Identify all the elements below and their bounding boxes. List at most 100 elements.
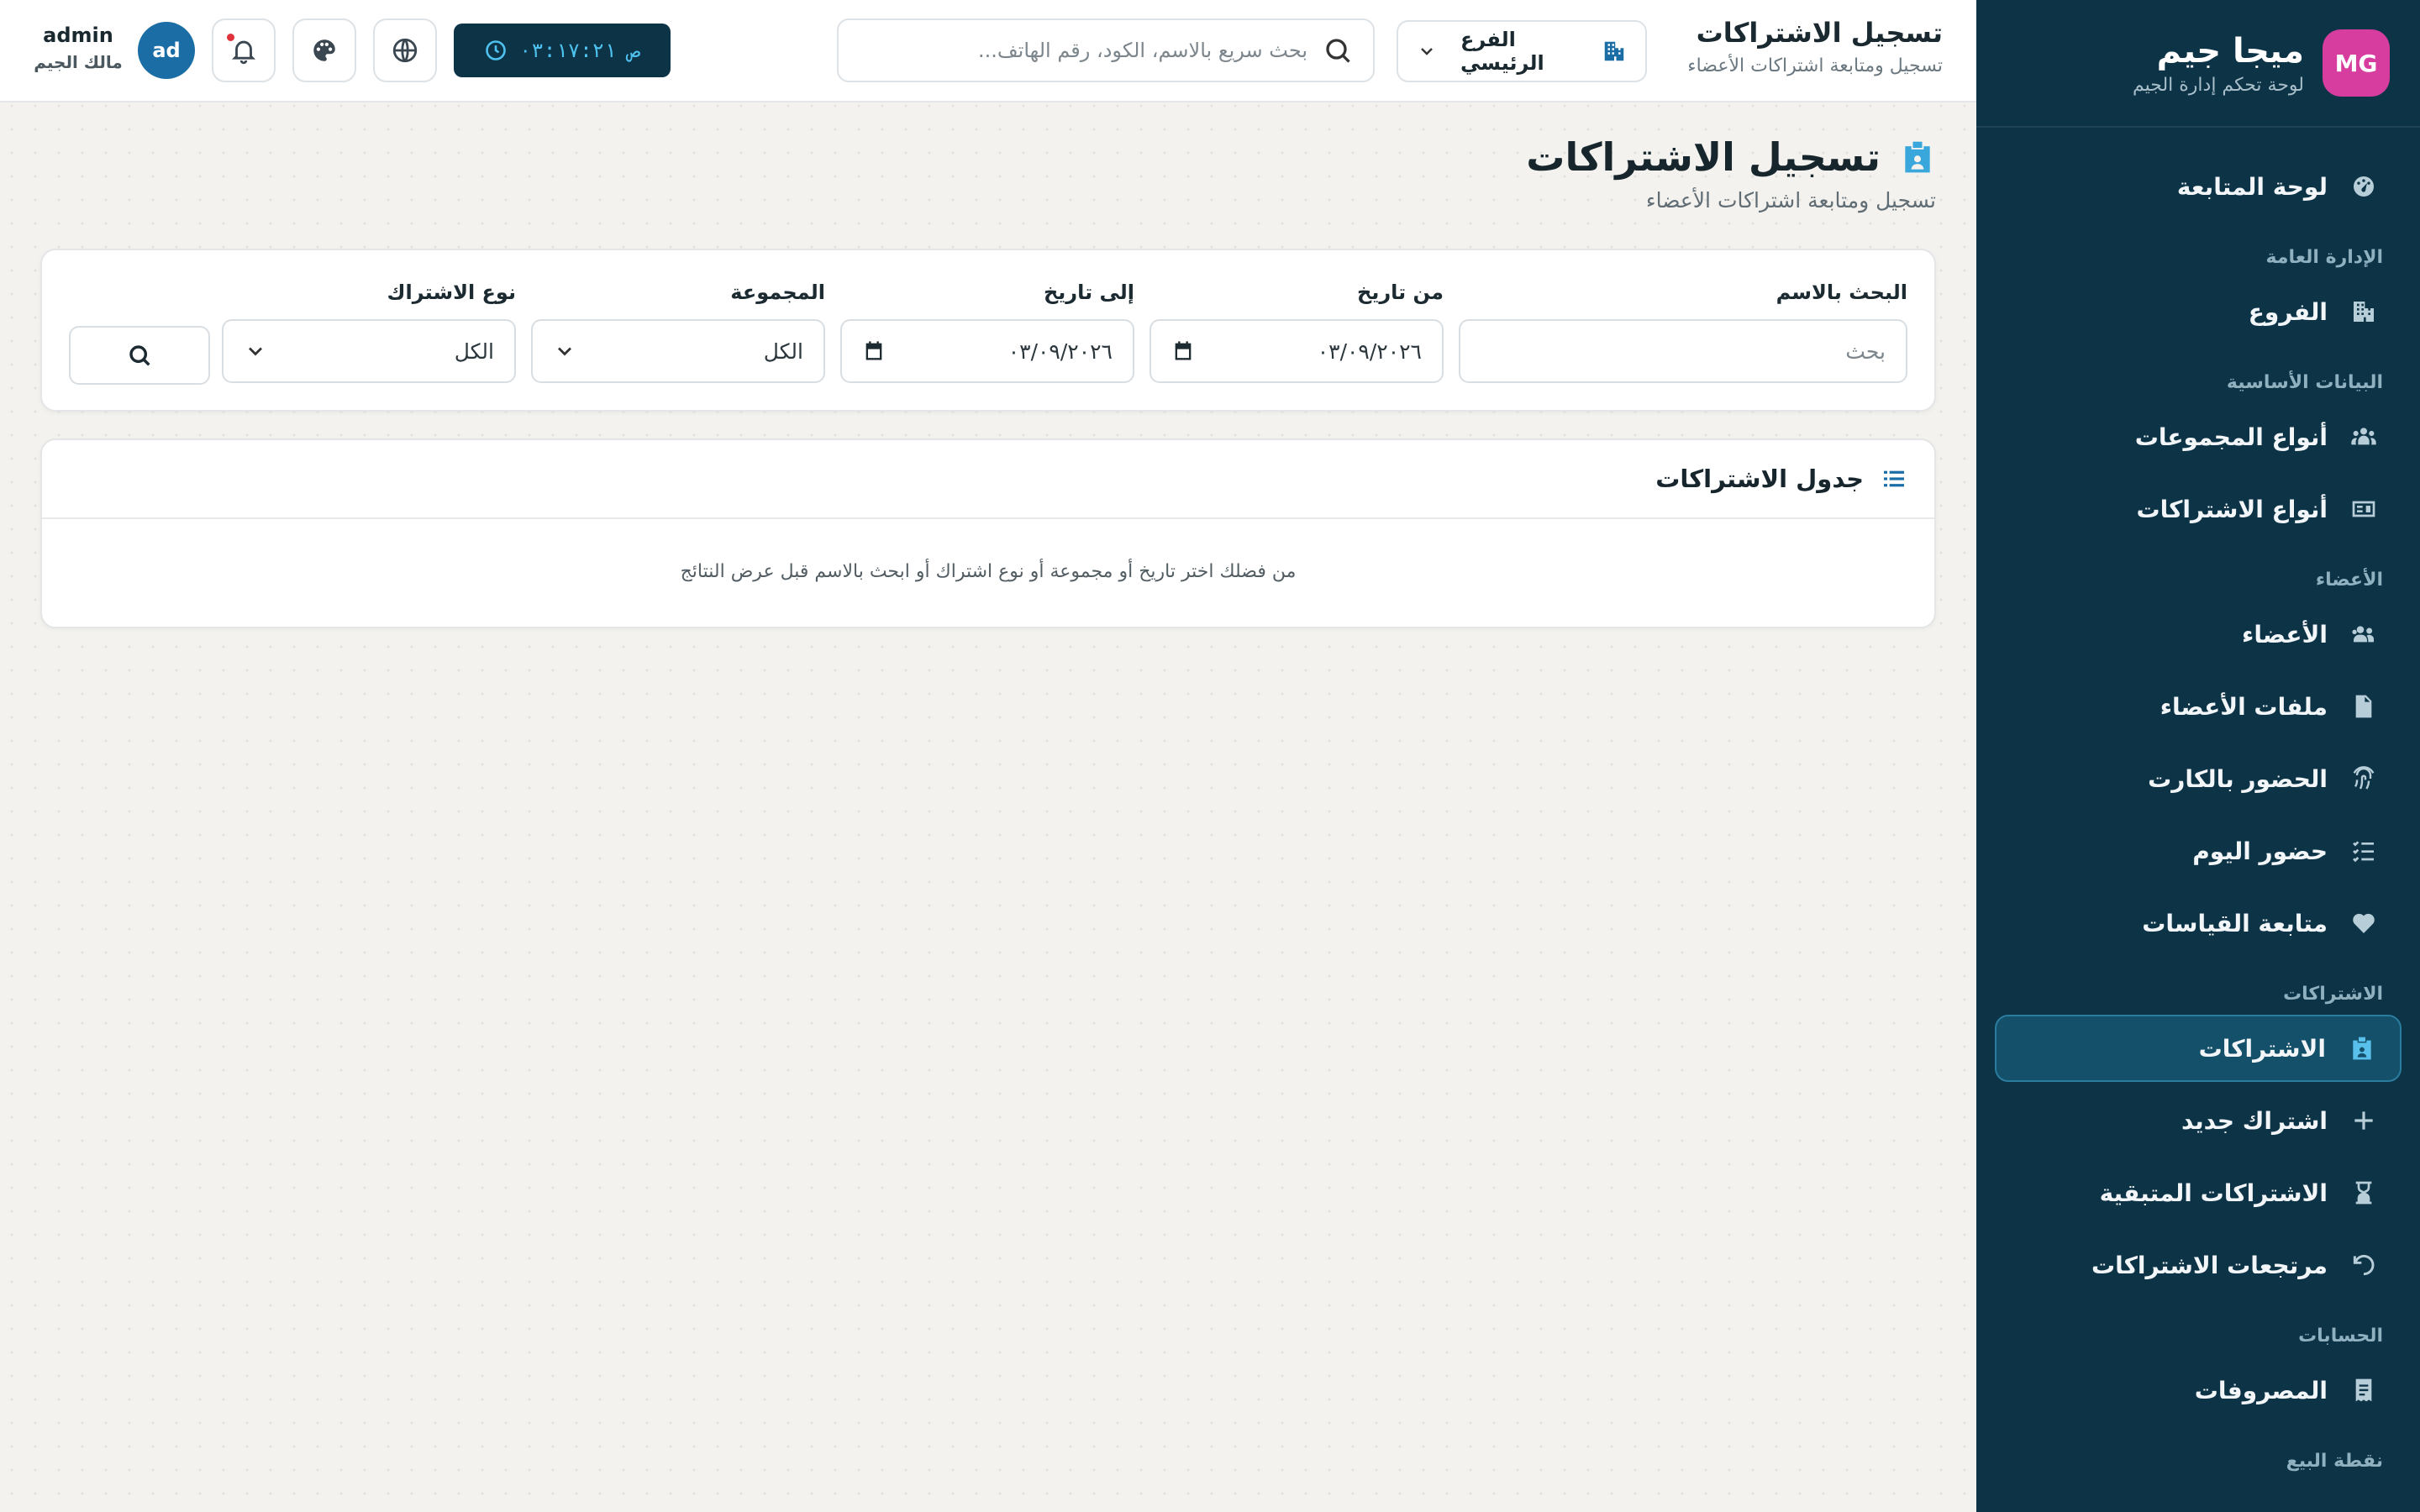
page-header: تسجيل الاشتراكات تسجيل ومتابعة اشتراكات … — [1526, 134, 1936, 213]
topbar-title-block: تسجيل الاشتراكات تسجيل ومتابعة اشتراكات … — [1687, 17, 1943, 76]
subscription-type-value: الكل — [454, 339, 494, 364]
fingerprint-icon — [2349, 764, 2378, 793]
dashboard-icon — [2349, 172, 2378, 201]
sidebar-item-label: لوحة المتابعة — [2176, 172, 2328, 201]
theme-button[interactable] — [292, 18, 356, 82]
notification-dot — [227, 34, 234, 41]
group-select[interactable]: الكل — [531, 319, 825, 383]
chevron-down-icon — [244, 339, 267, 363]
filters-card: البحث بالاسم بحث من تاريخ ٠٣/٠٩/٢٠٢٦ إلى… — [40, 249, 1936, 412]
id-card-icon — [2349, 495, 2378, 523]
table-empty-message: من فضلك اختر تاريخ أو مجموعة أو نوع اشتر… — [680, 561, 1297, 582]
sidebar-item-label: الأعضاء — [2242, 620, 2328, 648]
sidebar-section-label: الإدارة العامة — [2265, 247, 2383, 268]
language-button[interactable] — [373, 18, 437, 82]
sidebar-item-label: مرتجعات الاشتراكات — [2091, 1251, 2328, 1279]
sidebar-item[interactable]: ملفات الأعضاء — [1995, 673, 2402, 740]
sidebar-item[interactable]: الاشتراكات المتبقية — [1995, 1159, 2402, 1226]
sidebar-item[interactable]: أنواع المجموعات — [1995, 403, 2402, 470]
sidebar-item[interactable]: لوحة المتابعة — [1995, 153, 2402, 220]
heart-pulse-icon — [2349, 909, 2378, 937]
calendar-icon[interactable] — [862, 339, 886, 363]
search-icon[interactable] — [1323, 35, 1353, 66]
quick-search[interactable] — [837, 18, 1375, 82]
avatar[interactable]: ad — [138, 22, 195, 79]
subscription-type-select[interactable]: الكل — [222, 319, 516, 383]
sidebar-item-label: ملفات الأعضاء — [2160, 692, 2328, 721]
chevron-down-icon — [1417, 41, 1437, 61]
clock-period: ص — [628, 39, 641, 62]
to-date-filter: إلى تاريخ ٠٣/٠٩/٢٠٢٦ — [840, 281, 1134, 383]
bell-icon — [229, 36, 258, 65]
badge-icon — [2348, 1034, 2376, 1063]
clock: ٠٣:١٧:٢١ ص — [454, 24, 671, 77]
sidebar-item[interactable]: الحضور بالكارت — [1995, 745, 2402, 812]
sidebar-item[interactable]: الأعضاء — [1995, 601, 2402, 668]
sidebar-item[interactable]: الفروع — [1995, 278, 2402, 345]
hourglass-icon — [2349, 1179, 2378, 1207]
plus-icon — [2349, 1106, 2378, 1135]
from-date-input[interactable]: ٠٣/٠٩/٢٠٢٦ — [1150, 319, 1444, 383]
quick-search-input[interactable] — [859, 39, 1307, 62]
filter-search-button[interactable] — [69, 326, 210, 385]
topbar: تسجيل الاشتراكات تسجيل ومتابعة اشتراكات … — [0, 0, 1976, 102]
chevron-down-icon — [553, 339, 576, 363]
sidebar-item-label: أنواع الاشتراكات — [2136, 495, 2328, 523]
search-icon — [126, 342, 153, 369]
sidebar-item[interactable]: أنواع الاشتراكات — [1995, 475, 2402, 543]
page-title: تسجيل الاشتراكات — [1526, 134, 1881, 180]
brand-text: ميجا جيم لوحة تحكم إدارة الجيم — [2133, 31, 2304, 96]
badge-icon — [1899, 139, 1936, 176]
group-filter: المجموعة الكل — [531, 281, 825, 383]
branch-select[interactable]: الفرع الرئيسي — [1397, 20, 1647, 82]
sidebar-item[interactable]: المصروفات — [1995, 1357, 2402, 1424]
sidebar-item[interactable]: حضور اليوم — [1995, 817, 2402, 885]
sidebar-item-label: الاشتراكات — [2198, 1034, 2326, 1063]
group-filter-label: المجموعة — [730, 281, 825, 304]
user-name: admin — [43, 24, 113, 47]
table-header: جدول الاشتراكات — [42, 440, 1934, 519]
undo-icon — [2349, 1251, 2378, 1279]
sidebar-item[interactable]: مرتجعات الاشتراكات — [1995, 1231, 2402, 1299]
clock-icon — [484, 39, 508, 62]
page-subtitle: تسجيل ومتابعة اشتراكات الأعضاء — [1645, 188, 1936, 213]
notifications-button[interactable] — [212, 18, 276, 82]
users-icon — [2349, 620, 2378, 648]
name-search-input[interactable]: بحث — [1459, 319, 1907, 383]
sidebar-item-label: أنواع المجموعات — [2134, 423, 2328, 451]
sidebar: MG ميجا جيم لوحة تحكم إدارة الجيم لوحة ا… — [1976, 0, 2420, 1512]
sidebar-item-label: المصروفات — [2194, 1376, 2328, 1404]
sidebar-section-label: البيانات الأساسية — [2226, 372, 2383, 393]
sidebar-section-label: الاشتراكات — [2283, 984, 2383, 1005]
sidebar-item-label: الحضور بالكارت — [2148, 764, 2328, 793]
sidebar-item-label: متابعة القياسات — [2142, 909, 2328, 937]
user-role: مالك الجيم — [34, 52, 123, 72]
subscriptions-table-card: جدول الاشتراكات من فضلك اختر تاريخ أو مج… — [40, 438, 1936, 628]
building-icon — [2349, 297, 2378, 326]
brand-header: MG ميجا جيم لوحة تحكم إدارة الجيم — [1976, 0, 2420, 128]
user-info: admin مالك الجيم — [32, 24, 124, 72]
table-title: جدول الاشتراكات — [1655, 465, 1864, 493]
sidebar-item-label: الفروع — [2248, 297, 2328, 326]
file-icon — [2349, 692, 2378, 721]
subscription-type-label: نوع الاشتراك — [387, 281, 516, 304]
sidebar-item[interactable]: متابعة القياسات — [1995, 890, 2402, 957]
building-icon — [1602, 39, 1627, 64]
checklist-icon — [2349, 837, 2378, 865]
groups-icon — [2349, 423, 2378, 451]
name-search-placeholder: بحث — [1845, 339, 1886, 364]
sidebar-nav: لوحة المتابعة الإدارة العامة الفروع البيانا… — [1976, 128, 2420, 1477]
topbar-subtitle: تسجيل ومتابعة اشتراكات الأعضاء — [1687, 55, 1943, 76]
list-icon — [1881, 465, 1907, 492]
subscription-type-filter: نوع الاشتراك الكل — [222, 281, 516, 383]
sidebar-item[interactable]: اشتراك جديد — [1995, 1087, 2402, 1154]
sidebar-section-label: نقطة البيع — [2286, 1451, 2383, 1472]
sidebar-item-label: اشتراك جديد — [2181, 1106, 2328, 1135]
clock-time: ٠٣:١٧:٢١ — [518, 39, 617, 62]
sidebar-item[interactable]: الاشتراكات — [1995, 1015, 2402, 1082]
palette-icon — [310, 36, 339, 65]
globe-icon — [391, 36, 419, 65]
brand-name: ميجا جيم — [2156, 31, 2304, 71]
calendar-icon[interactable] — [1171, 339, 1195, 363]
to-date-input[interactable]: ٠٣/٠٩/٢٠٢٦ — [840, 319, 1134, 383]
